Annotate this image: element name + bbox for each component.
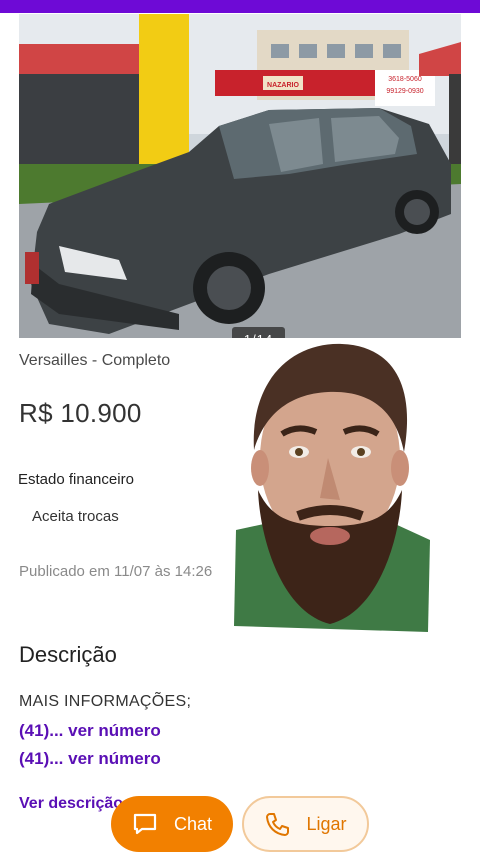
published-date: Publicado em 11/07 às 14:26	[19, 563, 213, 580]
listing-title: Versailles - Completo	[19, 352, 171, 369]
sign-phone-2: 99129-0930	[386, 88, 423, 95]
sign-brand-text: NAZARIO	[267, 82, 299, 89]
description-text: MAIS INFORMAÇÕES;	[19, 693, 192, 710]
sign-phone-1: 3618-5060	[388, 76, 422, 83]
call-button[interactable]: Ligar	[242, 796, 369, 852]
presenter-video-overlay	[234, 343, 430, 632]
chat-button[interactable]: Chat	[111, 796, 233, 852]
chat-button-label: Chat	[173, 813, 213, 834]
financial-status-value: Aceita trocas	[32, 508, 119, 525]
view-description-link[interactable]: Ver descrição	[19, 795, 123, 813]
car-photo: NAZARIO 3618-5060 99129-0930	[19, 14, 461, 338]
listing-price: R$ 10.900	[19, 398, 142, 428]
photo-counter: 1/14	[232, 327, 285, 338]
call-button-label: Ligar	[306, 813, 347, 834]
show-phone-link-2[interactable]: (41)... ver número	[19, 749, 161, 769]
top-status-bar	[0, 0, 480, 13]
show-phone-link-1[interactable]: (41)... ver número	[19, 721, 161, 741]
chat-bubble-icon	[132, 812, 158, 836]
photo-gallery[interactable]: NAZARIO 3618-5060 99129-0930 1/14	[19, 14, 461, 338]
description-heading: Descrição	[19, 642, 117, 667]
financial-status-label: Estado financeiro	[18, 471, 134, 488]
phone-icon	[264, 811, 290, 837]
